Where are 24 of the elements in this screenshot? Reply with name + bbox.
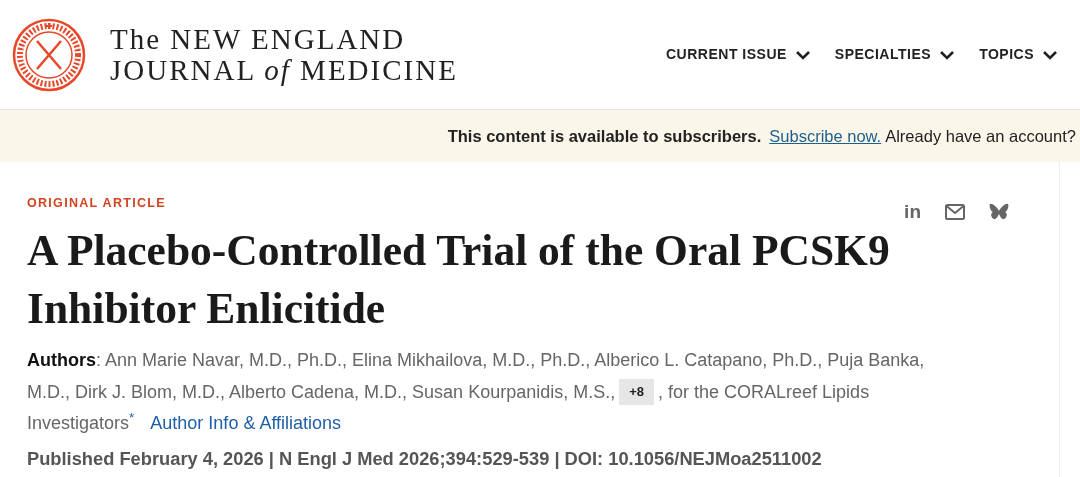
chevron-icon: [939, 49, 956, 60]
subscriber-message: This content is available to subscribers.: [447, 125, 762, 147]
more-authors-button[interactable]: +8: [619, 379, 655, 406]
author-list: Investigators$^{*}$: [27, 408, 135, 440]
author-list: , for the CORALreef Lipids: [658, 376, 870, 408]
nav-menu-button[interactable]: TOPICS: [979, 44, 1058, 65]
account-question: Already have an account?: [885, 125, 1076, 147]
author-list: M.D., Dirk J. Blom, M.D., Alberto Cadena, M.D., Susan Kourpanidis, M.S.,: [27, 376, 616, 408]
seal-logo-icon[interactable]: [12, 17, 86, 92]
mail-icon[interactable]: [945, 203, 965, 220]
chevron-icon: [1042, 49, 1058, 60]
nav-menu-button[interactable]: SPECIALTIES: [834, 44, 956, 65]
logo-text: JOURNAL of MEDICINE: [110, 54, 458, 85]
article-type: ORIGINAL ARTICLE: [27, 195, 166, 212]
citation-line: Published February 4, 2026 | N Engl J Med 2026;394:529-539 | DOI: 10.1056/NEJMoa2511002: [27, 447, 823, 470]
linkedin-icon[interactable]: in: [904, 202, 921, 221]
logo-text: The NEW ENGLAND: [110, 24, 407, 55]
chevron-icon: [794, 49, 811, 60]
article-title: A Placebo-Controlled Trial of the Oral PCSK9 Inhibitor Enlicitide: [27, 225, 891, 334]
affiliations-link[interactable]: Author Info & Affiliations: [150, 408, 342, 440]
butterfly-icon[interactable]: [989, 202, 1009, 221]
nav-menu-button[interactable]: CURRENT ISSUE: [666, 44, 811, 65]
author-list: Authors: Ann Marie Navar, M.D., Ph.D., Elina Mikhailova, M.D., Ph.D., Alberico L. Catapano, Ph.D., Puja Banka,: [27, 345, 925, 377]
subscribe-link[interactable]: Subscribe now.: [769, 123, 882, 149]
